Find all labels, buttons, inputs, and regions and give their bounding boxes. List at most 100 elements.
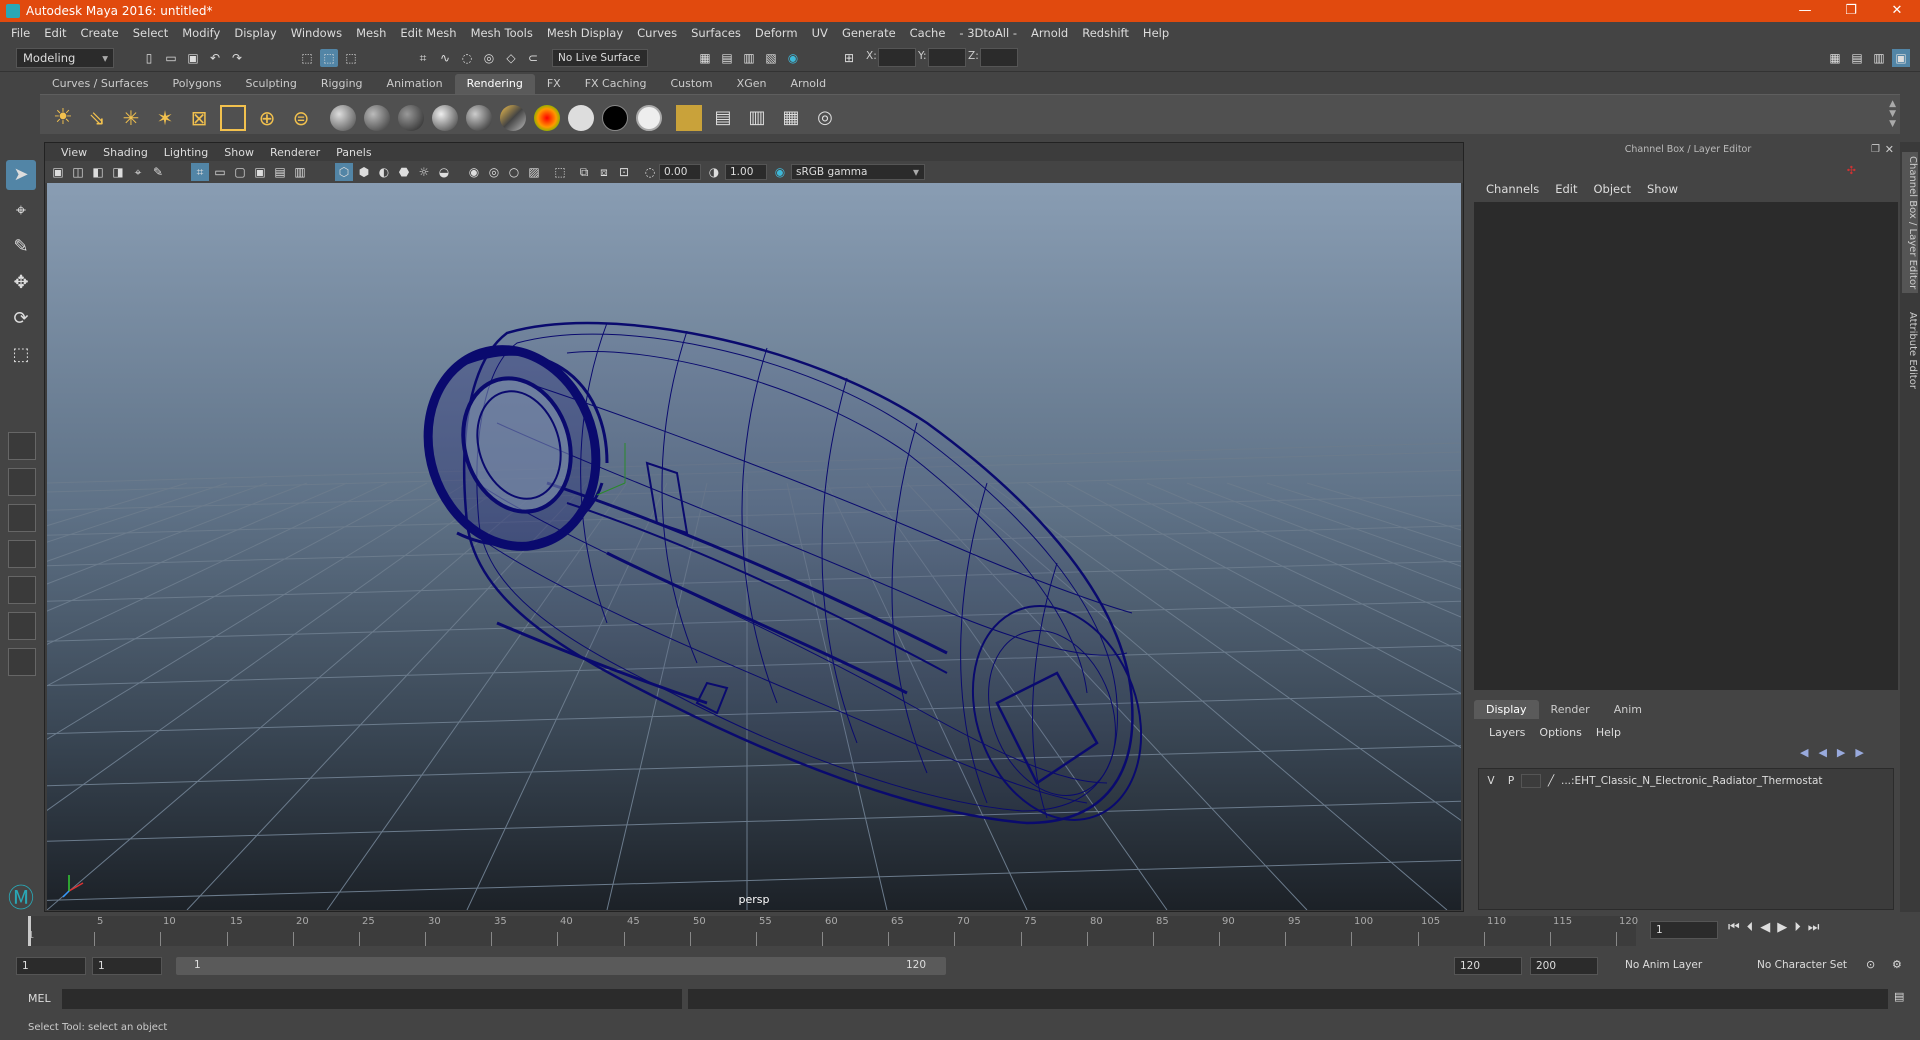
snap-magnet-icon[interactable]: ⊂ [524,49,542,67]
close-panel-icon[interactable]: ✕ [1885,143,1894,156]
layer-edit-icon[interactable]: ╱ [1541,775,1561,787]
cb-menu-channels[interactable]: Channels [1478,182,1547,196]
layer-row[interactable]: V P ╱ ...:EHT_Classic_N_Electronic_Radia… [1481,772,1891,790]
le-menu-help[interactable]: Help [1589,726,1628,739]
snap-view-icon[interactable]: ◎ [480,49,498,67]
motion-blur-icon[interactable]: ⊡ [615,163,633,181]
backface-icon[interactable]: ▨ [525,163,543,181]
camera-icon[interactable]: ⊕ [254,105,280,131]
scene-start-field[interactable]: 1 [16,957,86,975]
scene-end-field[interactable]: 200 [1530,957,1598,975]
range-slider[interactable]: 1 120 [176,957,946,975]
render-frame-icon[interactable]: ▤ [718,49,736,67]
paint-select-icon[interactable]: ✎ [6,232,36,262]
channel-box-icon[interactable]: ▣ [1892,49,1910,67]
isolate-select-icon[interactable]: ⬚ [551,163,569,181]
modeling-toolkit-icon[interactable]: ▦ [1826,49,1844,67]
live-surface-field[interactable]: No Live Surface [552,49,648,67]
spot-light-icon[interactable]: ✶ [152,105,178,131]
side-tab-channel-box[interactable]: Channel Box / Layer Editor [1902,152,1918,294]
area-light-icon[interactable]: ⊠ [186,105,212,131]
layer-visibility-toggle[interactable]: V [1481,775,1501,787]
cb-menu-show[interactable]: Show [1639,182,1686,196]
menu-edit-mesh[interactable]: Edit Mesh [393,26,463,40]
side-tab-attribute-editor[interactable]: Attribute Editor [1902,312,1918,389]
menu-redshift[interactable]: Redshift [1075,26,1136,40]
layer-action-icons[interactable]: ◀◀▶▶ [1800,746,1874,759]
move-tool-icon[interactable]: ✥ [6,268,36,298]
aa-icon[interactable]: ⧉ [575,163,593,181]
menu-mesh[interactable]: Mesh [349,26,393,40]
xray-joints-icon[interactable]: ◎ [485,163,503,181]
open-scene-icon[interactable]: ▭ [162,49,180,67]
select-component-icon[interactable]: ⬚ [342,49,360,67]
camera-aim-icon[interactable]: ⊜ [288,105,314,131]
y-field[interactable] [928,48,966,67]
cb-menu-object[interactable]: Object [1586,182,1639,196]
chevron-down-icon[interactable]: ▾ [907,163,925,181]
attribute-editor-icon[interactable]: ▤ [1848,49,1866,67]
tab-curves-surfaces[interactable]: Curves / Surfaces [40,74,161,94]
manipulator-icon[interactable]: ✣ [1847,164,1856,177]
use-background-icon[interactable] [602,105,628,131]
menu-mesh-tools[interactable]: Mesh Tools [464,26,540,40]
channel-box-area[interactable] [1474,202,1898,690]
field-chart-icon[interactable]: ▤ [271,163,289,181]
scale-tool-icon[interactable]: ⬚ [6,340,36,370]
select-tool-icon[interactable]: ➤ [6,160,36,190]
tab-anim[interactable]: Anim [1602,700,1654,719]
menu-3dtoall[interactable]: - 3DtoAll - [952,26,1024,40]
tab-rendering[interactable]: Rendering [454,74,535,94]
menu-file[interactable]: File [4,26,37,40]
image-plane-icon[interactable]: ◨ [109,163,127,181]
float-panel-icon[interactable]: ❐ [1871,144,1880,155]
playhead[interactable] [28,916,31,946]
layer-color-swatch[interactable] [1521,774,1541,788]
2d-pan-icon[interactable]: ⌖ [129,163,147,181]
layout-four-icon[interactable] [8,468,36,496]
directional-light-icon[interactable]: ⇘ [84,105,110,131]
menu-display[interactable]: Display [227,26,283,40]
command-input[interactable] [62,989,682,1009]
vp-menu-renderer[interactable]: Renderer [262,146,328,159]
shelf-scroll-arrows[interactable]: ▲ ▼ ▼ [1889,99,1896,129]
layer-playback-toggle[interactable]: P [1501,775,1521,787]
cb-menu-edit[interactable]: Edit [1547,182,1585,196]
film-gate-icon[interactable]: ▭ [211,163,229,181]
menu-generate[interactable]: Generate [835,26,903,40]
menu-deform[interactable]: Deform [748,26,805,40]
tab-fx-caching[interactable]: FX Caching [573,74,659,94]
point-light-icon[interactable]: ✳ [118,105,144,131]
menu-mesh-display[interactable]: Mesh Display [540,26,630,40]
perspective-viewport[interactable]: persp [47,183,1461,910]
gamma-icon[interactable]: ◑ [705,163,723,181]
z-field[interactable] [980,48,1018,67]
ao-icon[interactable]: ⧈ [595,163,613,181]
ambient-light-icon[interactable]: ☀ [50,105,76,131]
tab-custom[interactable]: Custom [659,74,725,94]
playback-controls[interactable]: ⏮⏴◀▶⏵⏭ [1728,920,1826,935]
color-space-dropdown[interactable]: sRGB gamma [791,164,925,180]
rotate-tool-icon[interactable]: ⟳ [6,304,36,334]
anim-layer-dropdown[interactable]: No Anim Layer [1620,957,1740,975]
vp-menu-show[interactable]: Show [216,146,262,159]
volume-light-icon[interactable] [220,105,246,131]
transform-constraint-icon[interactable]: ⊞ [840,49,858,67]
menu-create[interactable]: Create [74,26,126,40]
smooth-shade-icon[interactable]: ⬢ [355,163,373,181]
lambert-icon[interactable] [330,105,356,131]
tab-display[interactable]: Display [1474,700,1539,719]
undo-icon[interactable]: ↶ [206,49,224,67]
textured-icon[interactable]: ⬣ [395,163,413,181]
menu-uv[interactable]: UV [805,26,835,40]
lasso-tool-icon[interactable]: ⌖ [6,196,36,226]
menu-edit[interactable]: Edit [37,26,73,40]
layout-two-stack-icon[interactable] [8,540,36,568]
x-field[interactable] [878,48,916,67]
blinn-icon[interactable] [364,105,390,131]
phong-icon[interactable] [398,105,424,131]
current-frame-field[interactable]: 1 [1650,921,1718,939]
grease-pencil-icon[interactable]: ✎ [149,163,167,181]
tab-xgen[interactable]: XGen [725,74,779,94]
close-button[interactable]: ✕ [1874,0,1920,22]
